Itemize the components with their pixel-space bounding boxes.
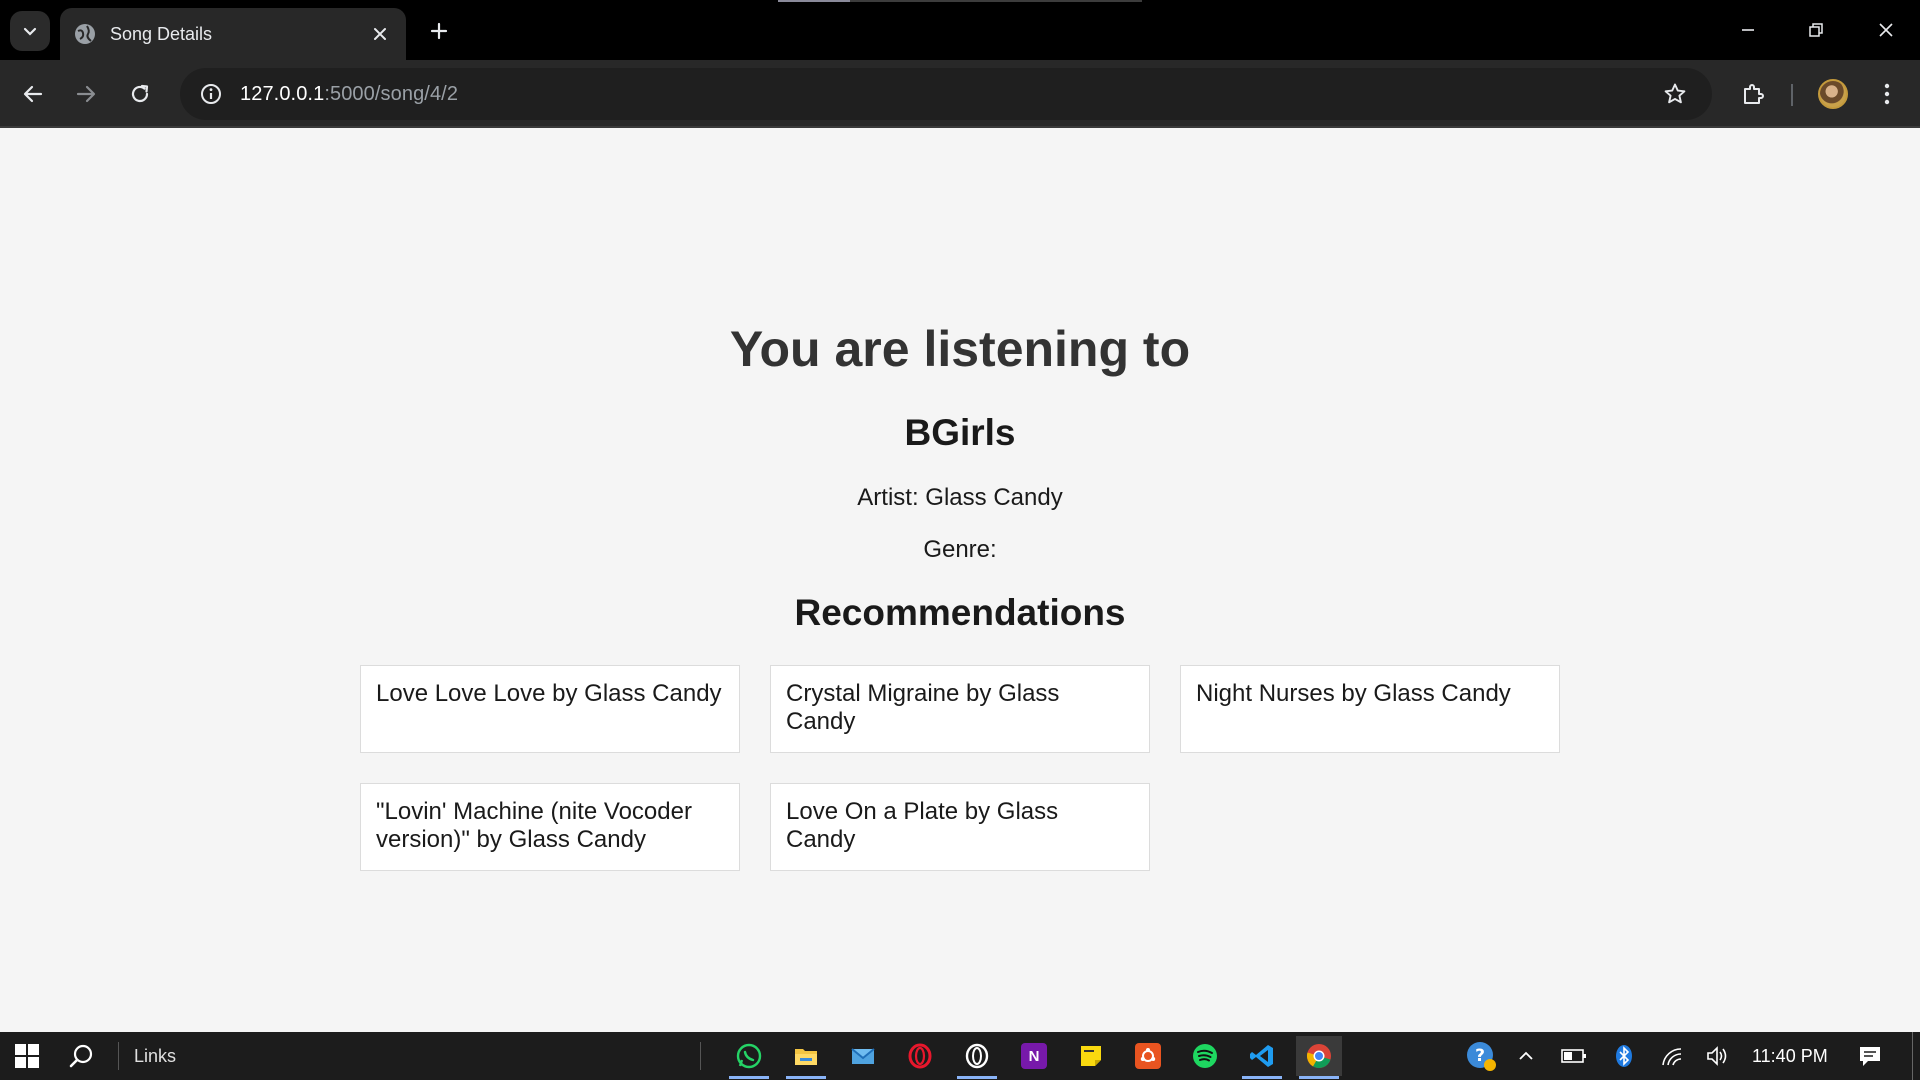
- restore-icon: [1809, 23, 1823, 37]
- tab-scroll-thumb: [778, 0, 850, 2]
- new-tab-button[interactable]: [424, 16, 454, 46]
- reload-button[interactable]: [120, 74, 160, 114]
- notification-center-icon[interactable]: [1856, 1042, 1884, 1070]
- url-host: 127.0.0.1: [240, 82, 325, 105]
- file-explorer-icon[interactable]: [783, 1036, 829, 1079]
- active-tab[interactable]: Song Details: [60, 8, 406, 60]
- song-title: BGirls: [904, 412, 1016, 453]
- chevron-down-icon: [23, 27, 37, 36]
- close-icon: [374, 28, 386, 40]
- windows-logo-icon: [15, 1044, 39, 1068]
- minimize-button[interactable]: [1728, 12, 1768, 48]
- battery-icon[interactable]: [1560, 1042, 1588, 1070]
- start-button[interactable]: [4, 1036, 50, 1076]
- tab-search-button[interactable]: [10, 11, 50, 51]
- vscode-icon[interactable]: [1239, 1036, 1285, 1079]
- sticky-notes-icon[interactable]: [1068, 1036, 1114, 1076]
- arrow-right-icon: [76, 85, 96, 103]
- forward-button[interactable]: [66, 74, 106, 114]
- ubuntu-tile: [1135, 1043, 1161, 1069]
- running-indicator: [1299, 1076, 1339, 1079]
- wifi-icon[interactable]: [1658, 1042, 1686, 1070]
- recommendation-card[interactable]: "Lovin' Machine (nite Vocoder version)" …: [360, 783, 740, 871]
- ubuntu-icon[interactable]: [1125, 1036, 1171, 1076]
- taskbar-separator: [118, 1042, 119, 1070]
- mail-icon[interactable]: [840, 1036, 886, 1076]
- restore-button[interactable]: [1796, 12, 1836, 48]
- tab-close-button[interactable]: [368, 22, 392, 46]
- recommendations-heading: Recommendations: [794, 592, 1126, 633]
- search-icon: [69, 1044, 93, 1068]
- avatar: [1818, 79, 1848, 109]
- url-text[interactable]: 127.0.0.1:5000/song/4/2: [240, 83, 458, 106]
- volume-icon[interactable]: [1704, 1042, 1732, 1070]
- chevron-up-icon[interactable]: [1512, 1042, 1540, 1070]
- taskbar-separator: [700, 1042, 701, 1070]
- site-info-icon[interactable]: [196, 79, 226, 109]
- bookmark-star-icon[interactable]: [1660, 79, 1690, 109]
- profile-button[interactable]: [1813, 74, 1853, 114]
- chrome-icon[interactable]: [1296, 1036, 1342, 1079]
- back-button[interactable]: [13, 74, 53, 114]
- url-path: :5000/song/4/2: [324, 82, 459, 105]
- reload-icon: [131, 84, 149, 103]
- browser-tab-strip: Song Details: [0, 0, 1920, 60]
- whatsapp-icon[interactable]: [726, 1036, 772, 1079]
- show-desktop-button[interactable]: [1912, 1032, 1913, 1080]
- more-vertical-icon: [1884, 83, 1890, 105]
- opera-gx-icon[interactable]: [954, 1036, 1000, 1079]
- running-indicator: [1242, 1076, 1282, 1079]
- recommendation-card[interactable]: Crystal Migraine by Glass Candy: [770, 665, 1150, 753]
- extensions-button[interactable]: [1733, 74, 1773, 114]
- recommendation-card[interactable]: Night Nurses by Glass Candy: [1180, 665, 1560, 753]
- bluetooth-icon[interactable]: [1610, 1042, 1638, 1070]
- running-indicator: [786, 1076, 826, 1079]
- recommendation-card[interactable]: Love On a Plate by Glass Candy: [770, 783, 1150, 871]
- svg-text:?: ?: [1475, 1046, 1485, 1066]
- recommendation-card[interactable]: Love Love Love by Glass Candy: [360, 665, 740, 753]
- close-icon: [1879, 23, 1893, 37]
- globe-icon: [74, 23, 96, 45]
- taskbar: Links N ? 11:40 PM: [0, 1032, 1920, 1080]
- window-close-button[interactable]: [1866, 12, 1906, 48]
- puzzle-icon: [1744, 84, 1764, 104]
- page-content: You are listening to BGirls Artist: Glas…: [0, 130, 1920, 1032]
- onenote-icon[interactable]: N: [1011, 1036, 1057, 1076]
- tab-title: Song Details: [110, 23, 213, 44]
- address-bar[interactable]: 127.0.0.1:5000/song/4/2: [180, 68, 1712, 120]
- plus-icon: [430, 22, 448, 40]
- artist-line: Artist: Glass Candy: [857, 484, 1063, 511]
- minimize-icon: [1742, 29, 1754, 31]
- browser-toolbar: 127.0.0.1:5000/song/4/2: [0, 60, 1920, 128]
- system-clock[interactable]: 11:40 PM: [1752, 1046, 1828, 1067]
- running-indicator: [957, 1076, 997, 1079]
- running-indicator: [729, 1076, 769, 1079]
- page-heading: You are listening to: [729, 321, 1191, 377]
- arrow-left-icon: [23, 85, 43, 103]
- opera-icon[interactable]: [897, 1036, 943, 1076]
- toolbar-divider: [1791, 84, 1793, 106]
- genre-line: Genre:: [923, 536, 997, 563]
- search-button[interactable]: [58, 1036, 104, 1076]
- onenote-tile: N: [1021, 1043, 1047, 1069]
- menu-button[interactable]: [1867, 74, 1907, 114]
- links-toolbar[interactable]: Links: [134, 1046, 176, 1067]
- spotify-icon[interactable]: [1182, 1036, 1228, 1076]
- help-icon[interactable]: ?: [1464, 1042, 1498, 1071]
